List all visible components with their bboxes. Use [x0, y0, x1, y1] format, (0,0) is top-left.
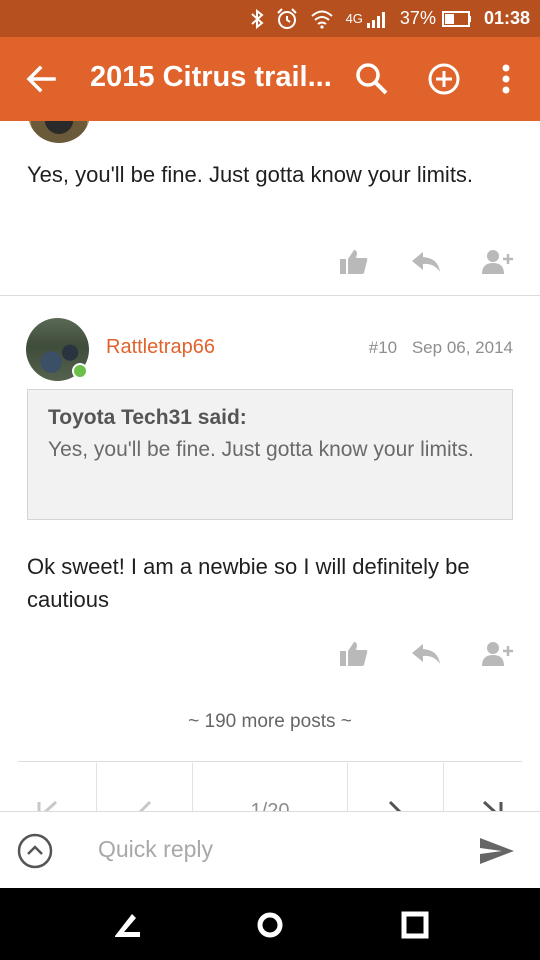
- thread-content: Yes, you'll be fine. Just gotta know you…: [0, 121, 540, 811]
- post-date: Sep 06, 2014: [411, 338, 513, 357]
- add-circle-icon[interactable]: [426, 61, 462, 97]
- divider: [18, 761, 522, 762]
- post-actions: [338, 248, 514, 276]
- signal-icon: [366, 10, 388, 28]
- post-number[interactable]: #10: [369, 338, 397, 357]
- post-meta: #10 Sep 06, 2014: [359, 338, 513, 358]
- more-posts-link[interactable]: ~ 190 more posts ~: [0, 711, 540, 733]
- app-bar: 2015 Citrus trail...: [0, 37, 540, 121]
- post-message: Ok sweet! I am a newbie so I will defini…: [27, 554, 470, 612]
- more-vert-icon[interactable]: [494, 61, 518, 97]
- like-icon[interactable]: [338, 640, 370, 668]
- post-message: Yes, you'll be fine. Just gotta know you…: [27, 162, 474, 187]
- pagination: 1/20: [0, 763, 540, 811]
- quote-author: Toyota Tech31 said:: [48, 406, 247, 429]
- avatar[interactable]: [28, 121, 90, 143]
- post-author[interactable]: Rattletrap66: [106, 336, 215, 359]
- post-actions: [338, 640, 514, 668]
- send-icon[interactable]: [478, 836, 516, 866]
- back-arrow-icon[interactable]: [24, 63, 58, 95]
- network-type: 4G: [345, 11, 363, 26]
- divider: [0, 295, 540, 296]
- follow-user-icon[interactable]: [482, 640, 514, 668]
- first-page-icon[interactable]: [0, 763, 97, 811]
- search-icon[interactable]: [354, 61, 390, 97]
- follow-user-icon[interactable]: [482, 248, 514, 276]
- like-icon[interactable]: [338, 248, 370, 276]
- reply-icon[interactable]: [410, 640, 442, 668]
- reply-icon[interactable]: [410, 248, 442, 276]
- bluetooth-icon: [250, 8, 264, 29]
- page-indicator[interactable]: 1/20: [193, 763, 348, 811]
- thread-title: 2015 Citrus trail...: [90, 61, 330, 93]
- online-indicator: [72, 363, 88, 379]
- next-page-icon[interactable]: [348, 763, 445, 811]
- wifi-icon: [310, 9, 334, 29]
- quote-text: Yes, you'll be fine. Just gotta know you…: [48, 438, 474, 461]
- battery-icon: [441, 10, 472, 27]
- alarm-icon: [276, 7, 298, 30]
- prev-page-icon[interactable]: [97, 763, 194, 811]
- system-nav-bar: [0, 888, 540, 960]
- quote-block[interactable]: Toyota Tech31 said: Yes, you'll be fine.…: [27, 389, 513, 520]
- last-page-icon[interactable]: [444, 763, 540, 811]
- recents-nav-icon[interactable]: [400, 910, 430, 940]
- expand-up-icon[interactable]: [17, 833, 53, 869]
- status-bar: 4G 37% 01:38: [0, 0, 540, 37]
- back-nav-icon[interactable]: [112, 910, 142, 940]
- quick-reply-bar: Quick reply: [0, 811, 540, 888]
- quick-reply-input[interactable]: Quick reply: [98, 836, 213, 863]
- home-nav-icon[interactable]: [255, 910, 285, 940]
- battery-percent: 37%: [399, 8, 436, 28]
- clock: 01:38: [483, 8, 530, 28]
